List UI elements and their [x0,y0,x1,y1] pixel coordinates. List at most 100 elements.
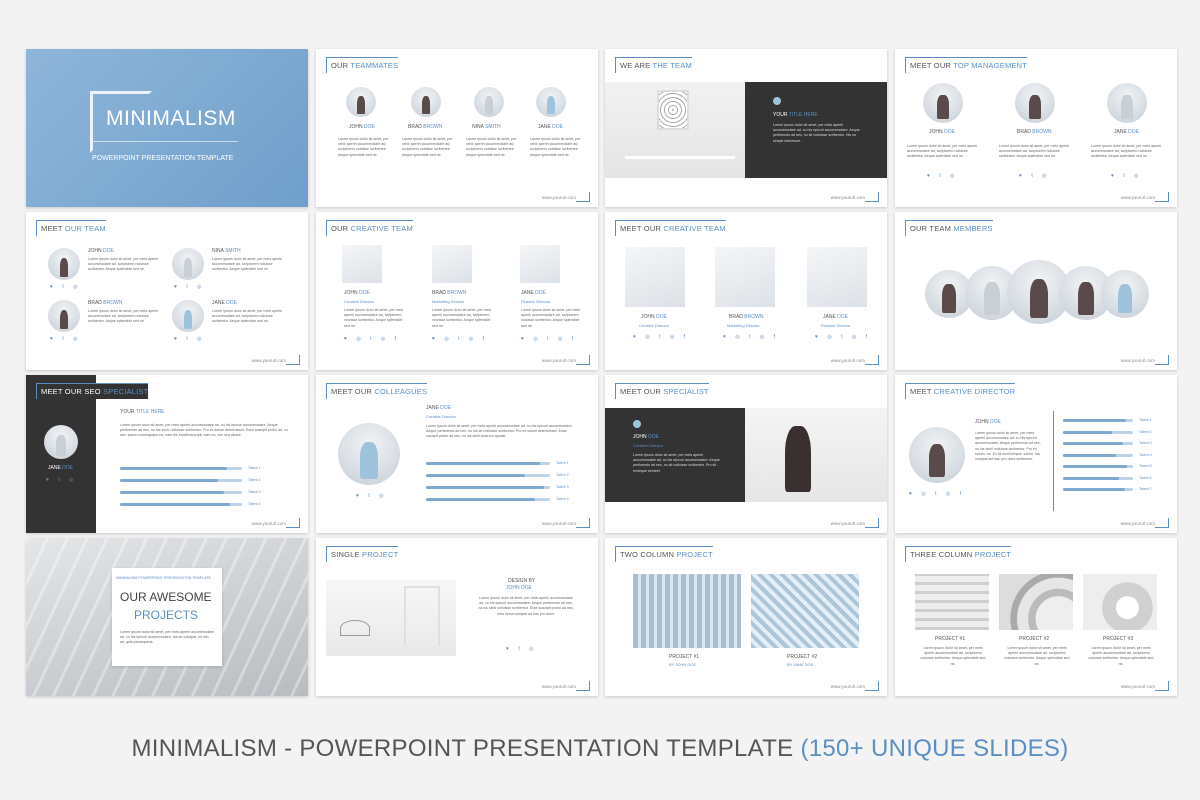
slide-our-awesome-projects[interactable]: MINIMALISM POWERPOINT PRESENTATION TEMPL… [26,538,308,696]
social-icons[interactable]: ♥ ◎ t ◎ f [723,334,779,340]
slide-two-column-project[interactable]: TWO COLUMN PROJECT PROJECT #1 BY JOHN DO… [605,538,887,696]
body-text: Lorem ipsum dolor sit amet, per mels ape… [999,144,1070,159]
card-body: Lorem ipsum dolor sit amet, per mels ape… [120,630,214,645]
card-kicker: MINIMALISM POWERPOINT PRESENTATION TEMPL… [116,576,211,580]
corner-mark [1155,192,1169,202]
social-icons[interactable]: ♥ t ◎ [927,173,959,179]
slide-meet-our-colleagues[interactable]: MEET OUR COLLEAGUES ♥ t ◎ JANE DOE Creat… [316,375,598,533]
slide-meet-our-top-management[interactable]: MEET OUR TOP MANAGEMENT JOHN DOE BRAD BR… [895,49,1177,207]
url-text: www.yoururl.com [1120,195,1155,200]
skill-bar [1063,419,1133,422]
social-icons[interactable]: ♥ t ◎ [46,477,78,483]
url-text: www.yoururl.com [541,521,576,526]
slide-title: TWO COLUMN PROJECT [615,546,713,562]
person-name: JOHN DOE [975,419,1001,425]
slide-three-column-project[interactable]: THREE COLUMN PROJECT PROJECT #1 PROJECT … [895,538,1177,696]
body-text: Lorem ipsum dolor sit amet, per mels ape… [88,309,159,324]
user-icon [773,97,781,105]
skill-label: Talent 4 [248,502,261,506]
slide-cover[interactable]: MINIMALISM POWERPOINT PRESENTATION TEMPL… [26,49,308,207]
slide-meet-our-specialist[interactable]: MEET OUR SPECIALIST JOHN DOE Creative Di… [605,375,887,533]
person-name: NINA SMITH [212,248,241,254]
skill-label: Talent 2 [556,473,569,477]
url-text: www.yoururl.com [830,521,865,526]
divider-line [1053,411,1054,511]
person-name: BRAD BROWN [729,314,764,320]
social-icons[interactable]: ♥ t ◎ [50,336,82,342]
social-icons[interactable]: ♥ ◎ t ◎ f [344,336,400,342]
avatar [1015,83,1055,123]
social-icons[interactable]: ♥ t ◎ [174,284,206,290]
project-name: PROJECT #3 [1103,636,1134,642]
slide-title: MEET CREATIVE DIRECTOR [905,383,1016,399]
body-text: Lorem ipsum dolor sit amet, per mels ape… [344,308,404,328]
social-icons[interactable]: ♥ ◎ t ◎ f [432,336,488,342]
corner-mark [1155,355,1169,365]
avatar [172,248,204,280]
body-text: Lorem ipsum dolor sit amet, per mels ape… [920,646,986,666]
project-name: PROJECT #1 [935,636,966,642]
project-photo [1083,574,1157,630]
slide-title: MEET OUR TEAM [36,220,106,236]
social-icons[interactable]: ♥ t ◎ [1019,173,1051,179]
social-icons[interactable]: ♥ t ◎ [50,284,82,290]
social-icons[interactable]: ♥ t ◎ [356,493,388,499]
project-name: PROJECT #1 [669,654,700,660]
social-icons[interactable]: ♥ t ◎ [174,336,206,342]
person-name: JANE DOE [426,405,452,411]
project-author: BY JOHN DOE [669,662,697,667]
social-icons[interactable]: ♥ ◎ t ◎ f [633,334,689,340]
text-panel: JOHN DOE Creative Director Lorem ipsum d… [605,408,745,502]
person-photo [807,247,867,307]
person-name: JANE DOE [823,314,849,320]
slide-our-teammates[interactable]: OUR TEAMMATES JOHN DOE BRAD BROWN NINA S… [316,49,598,207]
skill-label: Talent 1 [556,461,569,465]
social-icons[interactable]: ♥ t ◎ [1111,173,1143,179]
corner-mark [865,518,879,528]
url-text: www.yoururl.com [251,358,286,363]
slide-title: MEET OUR CREATIVE TEAM [615,220,726,236]
skill-label: Talent 2 [1139,429,1152,434]
skill-label: Talent 4 [556,497,569,501]
body-text: Lorem ipsum dolor sit amet, per mels ape… [120,423,288,438]
social-icons[interactable]: ♥ ◎ t ◎ f [815,334,871,340]
person-role: Finance Director [821,323,851,328]
person-photo [625,247,685,307]
social-icons[interactable]: ♥ t ◎ [506,646,538,652]
slide-title: MEET OUR TOP MANAGEMENT [905,57,1027,73]
social-icons[interactable]: ♥ ◎ t ◎ f [909,491,965,497]
person-name: JOHN DOE [633,434,659,440]
person-name: JOHN DOE [929,129,955,135]
slide-single-project[interactable]: SINGLE PROJECT DESIGN BY JOHN DOE Lorem … [316,538,598,696]
body-text: Lorem ipsum dolor sit amet, per mels ape… [426,424,573,439]
desk [625,156,735,159]
person-photo [745,408,887,502]
skill-bar [1063,453,1133,457]
avatar [1101,270,1149,318]
person-name: JOHN DOE [88,248,114,254]
slide-meet-our-creative-team[interactable]: MEET OUR CREATIVE TEAM JOHN DOE BRAD BRO… [605,212,887,370]
avatar [44,425,78,459]
social-icons[interactable]: ♥ ◎ t ◎ f [521,336,577,342]
body-text: Lorem ipsum dolor sit amet, per mels ape… [1091,144,1162,159]
person-name: NINA SMITH [472,124,501,130]
avatar [172,300,204,332]
person-name: JANE DOE [538,124,564,130]
slide-meet-our-seo-specialist[interactable]: JANE DOE ♥ t ◎ MEET OUR SEO SPECIALIST Y… [26,375,308,533]
panel-body: Lorem ipsum dolor sit amet, per mels ape… [773,123,860,143]
body-text: Lorem ipsum dolor sit amet, per mels ape… [402,137,453,157]
cover-divider [92,141,238,142]
slide-meet-our-team[interactable]: MEET OUR TEAM JOHN DOE NINA SMITH BRAD B… [26,212,308,370]
slide-we-are-the-team[interactable]: WE ARE THE TEAM YOUR TITLE HERE Lorem ip… [605,49,887,207]
url-text: www.yoururl.com [251,521,286,526]
person-role: Marketing Director [432,299,465,304]
slide-meet-creative-director[interactable]: MEET CREATIVE DIRECTOR ♥ ◎ t ◎ f JOHN DO… [895,375,1177,533]
project-photo [915,574,989,630]
shelf [404,586,440,646]
corner-mark [576,355,590,365]
slide-our-team-members[interactable]: OUR TEAM MEMBERS www.yoururl.com [895,212,1177,370]
slide-our-creative-team[interactable]: OUR CREATIVE TEAM JOHN DOE BRAD BROWN JA… [316,212,598,370]
corner-mark [1155,518,1169,528]
avatar [1107,83,1147,123]
avatar [48,248,80,280]
